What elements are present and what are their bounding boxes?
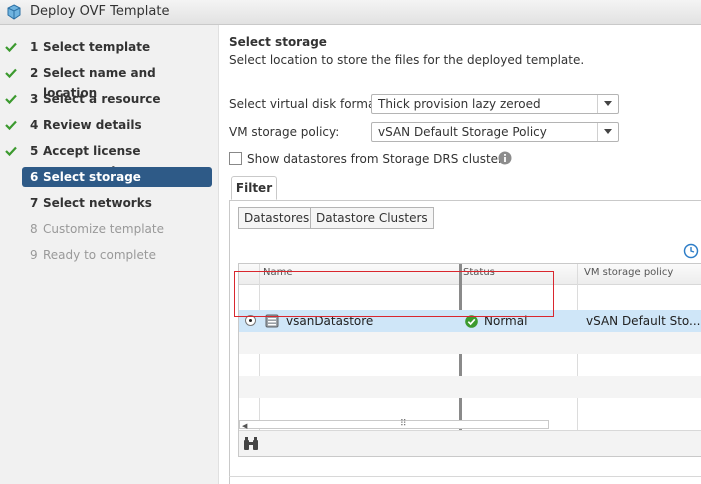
table-footer (239, 430, 701, 456)
step-select-storage[interactable]: 6 Select storage (22, 167, 212, 187)
vm-storage-policy-label: VM storage policy: (229, 125, 340, 139)
table-row-empty (239, 376, 701, 398)
refresh-clock-icon[interactable] (683, 243, 699, 259)
binoculars-icon[interactable] (243, 437, 259, 451)
table-row-empty (239, 354, 701, 376)
datastore-status: Normal (484, 314, 528, 328)
step-select-resource[interactable]: 3 Select a resource (5, 89, 212, 109)
check-icon (5, 146, 17, 157)
step-number: 4 (30, 118, 39, 132)
column-header-policy[interactable]: VM storage policy (584, 267, 673, 278)
vm-storage-policy-value: vSAN Default Storage Policy (378, 125, 547, 139)
wizard-steps-sidebar: 1 Select template 2 Select name and loca… (0, 25, 219, 484)
datastore-name: vsanDatastore (286, 314, 374, 328)
info-icon[interactable] (498, 151, 512, 165)
tab-filter[interactable]: Filter (231, 176, 277, 200)
step-number: 5 (30, 144, 39, 158)
disk-format-select[interactable]: Thick provision lazy zeroed (371, 94, 619, 114)
datastore-clusters-toggle[interactable]: Datastore Clusters (310, 207, 434, 229)
chevron-down-icon (604, 129, 612, 134)
step-number: 8 (30, 222, 38, 236)
step-label: Review details (43, 118, 142, 132)
check-icon (5, 94, 17, 105)
step-accept-license[interactable]: 5 Accept license agreements (5, 141, 212, 178)
divider (229, 476, 701, 477)
check-icon (5, 120, 17, 131)
table-row-empty (239, 332, 701, 354)
window-title: Deploy OVF Template (30, 4, 170, 19)
window-titlebar: Deploy OVF Template (0, 0, 701, 25)
step-select-template[interactable]: 1 Select template (5, 37, 212, 57)
step-number: 1 (30, 40, 39, 54)
dropdown-arrow[interactable] (597, 123, 618, 141)
column-header-name[interactable]: Name (263, 267, 293, 278)
check-icon (5, 42, 17, 53)
page-title: Select storage (229, 35, 327, 49)
datastore-table: Name Status VM storage policy vsanDatast… (238, 263, 701, 457)
step-number: 2 (30, 66, 39, 80)
scroll-left-arrow-icon[interactable]: ◀ (242, 422, 247, 430)
datastore-icon (265, 314, 279, 328)
select-storage-page: Select storage Select location to store … (219, 25, 701, 484)
page-subtitle: Select location to store the files for t… (229, 53, 585, 67)
table-row-empty (239, 398, 701, 420)
column-header-status[interactable]: Status (463, 267, 495, 278)
datastores-toggle[interactable]: Datastores (238, 207, 316, 229)
horizontal-scrollbar[interactable]: ◀ ⠿ (239, 419, 549, 430)
status-ok-icon (465, 315, 478, 328)
vm-storage-policy-select[interactable]: vSAN Default Storage Policy (371, 122, 619, 142)
vsphere-package-icon (7, 4, 21, 20)
table-header: Name Status VM storage policy (239, 264, 701, 285)
check-icon (5, 68, 17, 79)
storage-drs-checkbox-label[interactable]: Show datastores from Storage DRS cluster… (247, 152, 509, 166)
step-label: Customize template (43, 222, 164, 236)
step-review-details[interactable]: 4 Review details (5, 115, 212, 135)
step-number: 9 (30, 248, 38, 262)
step-number: 6 (30, 170, 39, 184)
step-select-name-location[interactable]: 2 Select name and location (5, 63, 212, 100)
scroll-grip-icon[interactable]: ⠿ (400, 419, 407, 429)
step-label: Select storage (43, 170, 141, 184)
step-number: 7 (30, 196, 39, 210)
storage-drs-checkbox[interactable] (229, 152, 242, 165)
step-label: Select template (43, 40, 151, 54)
step-label: Select networks (43, 196, 152, 210)
datastore-policy: vSAN Default Sto... (586, 314, 701, 328)
step-ready-to-complete: 9 Ready to complete (22, 245, 212, 265)
disk-format-value: Thick provision lazy zeroed (378, 97, 541, 111)
filter-tabstrip: Filter (229, 176, 701, 201)
step-label: Select a resource (43, 92, 161, 106)
chevron-down-icon (604, 101, 612, 106)
row-select-radio[interactable] (245, 315, 256, 326)
table-row[interactable]: vsanDatastore Normal vSAN Default Sto... (239, 310, 701, 332)
dropdown-arrow[interactable] (597, 95, 618, 113)
step-number: 3 (30, 92, 39, 106)
disk-format-label: Select virtual disk format: (229, 97, 385, 111)
step-customize-template: 8 Customize template (22, 219, 212, 239)
step-select-networks[interactable]: 7 Select networks (22, 193, 212, 213)
step-label: Ready to complete (43, 248, 156, 262)
